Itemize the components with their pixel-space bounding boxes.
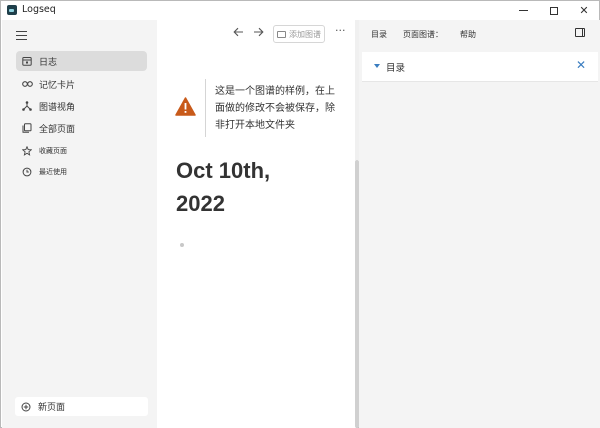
tab-page-graph[interactable]: 页面图谱： (403, 29, 443, 40)
journal-title-line2: 2022 (176, 191, 225, 216)
tab-contents[interactable]: 目录 (371, 29, 387, 40)
warning-divider (205, 79, 206, 137)
close-window-button[interactable]: ✕ (569, 1, 599, 20)
maximize-icon (550, 6, 558, 15)
calendar-icon (21, 55, 33, 67)
menu-icon[interactable] (16, 31, 27, 41)
logseq-logo-icon (7, 5, 17, 15)
sidebar-item-recent[interactable]: 最近使用 (16, 162, 147, 182)
graph-icon (21, 100, 33, 112)
history-icon (21, 166, 33, 178)
journal-page-title[interactable]: Oct 10th, 2022 (176, 154, 270, 220)
right-sidebar: 目录 页面图谱： 帮助 目录 ✕ (359, 20, 600, 428)
new-page-button[interactable]: 新页面 (15, 397, 148, 416)
sidebar-item-graph-view[interactable]: 图谱视角 (16, 96, 147, 116)
star-icon (21, 145, 33, 157)
demo-graph-warning: 这是一个图谱的样例，在上面做的修改不会被保存，除非打开本地文件夹 (175, 79, 357, 137)
folder-plus-icon (277, 30, 286, 38)
window-title: Logseq (22, 4, 56, 15)
sidebar-item-journals[interactable]: 日志 (16, 51, 147, 71)
add-graph-button[interactable]: 添加图谱 (273, 25, 325, 43)
infinity-icon (21, 78, 33, 90)
empty-block-bullet[interactable] (180, 243, 184, 247)
sidebar-item-favorites[interactable]: 收藏页面 (16, 141, 147, 161)
minimize-icon (518, 10, 528, 11)
sidebar-item-label: 最近使用 (39, 168, 67, 176)
more-options-button[interactable]: ··· (335, 24, 346, 37)
sidebar-item-label: 记忆卡片 (39, 80, 76, 91)
add-graph-label: 添加图谱 (289, 29, 321, 39)
contents-card-title[interactable]: 目录 (386, 60, 405, 74)
sidebar-item-all-pages[interactable]: 全部页面 (16, 118, 147, 138)
minimize-button[interactable] (508, 1, 538, 20)
warning-icon (175, 97, 196, 116)
arrow-left-icon[interactable] (233, 27, 244, 40)
sidebar-item-label: 图谱视角 (39, 102, 76, 113)
app-window: Logseq ✕ 日志 记忆卡片 图谱视角 全部页面 收藏页面 最近使用 新页面… (0, 0, 600, 428)
close-icon: ✕ (579, 4, 589, 17)
sidebar-item-label: 全部页面 (39, 124, 76, 135)
sidebar-item-flashcards[interactable]: 记忆卡片 (16, 74, 147, 94)
right-sidebar-tabs: 目录 页面图谱： 帮助 (359, 20, 600, 48)
toggle-sidebar-icon[interactable] (575, 28, 585, 37)
plus-circle-icon (20, 401, 32, 413)
main-content: 添加图谱 ··· 这是一个图谱的样例，在上面做的修改不会被保存，除非打开本地文件… (157, 20, 356, 428)
new-page-label: 新页面 (38, 403, 66, 413)
contents-card: 目录 ✕ (362, 52, 598, 82)
title-bar: Logseq ✕ (1, 1, 599, 20)
warning-text: 这是一个图谱的样例，在上面做的修改不会被保存，除非打开本地文件夹 (215, 86, 335, 131)
tab-help[interactable]: 帮助 (460, 29, 476, 40)
caret-down-icon[interactable] (374, 64, 380, 68)
journal-title-line1: Oct 10th, (176, 158, 271, 183)
sidebar-item-label: 收藏页面 (39, 147, 67, 155)
maximize-button[interactable] (539, 1, 569, 20)
left-sidebar: 日志 记忆卡片 图谱视角 全部页面 收藏页面 最近使用 新页面 (2, 20, 157, 428)
pages-icon (21, 122, 33, 134)
sidebar-item-label: 日志 (39, 57, 58, 68)
close-icon[interactable]: ✕ (576, 58, 586, 72)
arrow-right-icon[interactable] (253, 27, 264, 40)
